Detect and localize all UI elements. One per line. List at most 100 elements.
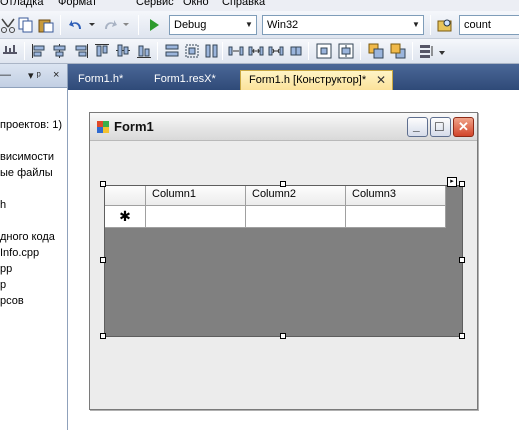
decrease-horizontal-spacing-icon[interactable]: [268, 43, 284, 59]
undo-dropdown-icon[interactable]: [88, 17, 96, 33]
align-to-grid-icon[interactable]: [2, 43, 18, 59]
tab-label: Form1.resX*: [154, 73, 216, 85]
new-row-marker-icon: ✱: [119, 208, 131, 224]
tree-item[interactable]: p: [0, 279, 6, 291]
tree-item[interactable]: ые файлы: [0, 167, 53, 179]
menu-help[interactable]: Справка: [222, 0, 265, 8]
resize-handle[interactable]: [280, 181, 286, 187]
align-bottoms-icon[interactable]: [136, 43, 152, 59]
grid-cell[interactable]: [346, 206, 446, 228]
column-header[interactable]: Column1: [146, 186, 246, 206]
toolbar-separator: [24, 42, 25, 60]
solution-configuration-value: Debug: [174, 19, 207, 31]
resize-handle[interactable]: [100, 257, 106, 263]
close-icon: ✕: [458, 119, 469, 134]
menu-debug[interactable]: Отладка: [0, 0, 43, 8]
grid-corner-header: [105, 186, 146, 206]
chevron-down-icon: ▼: [412, 20, 420, 29]
align-tops-icon[interactable]: [94, 43, 110, 59]
align-middles-icon[interactable]: [115, 43, 131, 59]
resize-handle[interactable]: [459, 257, 465, 263]
redo-dropdown-icon[interactable]: [122, 17, 130, 33]
menu-bar: Отладка Формат Сервис Окно Справка: [0, 0, 519, 11]
toolbar-separator: [412, 42, 413, 60]
solution-explorer: — ▾ ᵖ × проектов: 1) висимости ые файлы …: [0, 64, 68, 430]
send-to-back-icon[interactable]: [390, 43, 406, 59]
tab-form1-resx[interactable]: Form1.resX*: [146, 70, 234, 90]
column-header-label: Column3: [352, 188, 397, 200]
tree-item[interactable]: проектов: 1): [0, 119, 62, 131]
menu-format[interactable]: Формат: [58, 0, 97, 8]
smart-tag-icon[interactable]: ▸: [447, 177, 457, 187]
toolbar-options-icon[interactable]: [438, 47, 446, 63]
tab-form1-designer[interactable]: Form1.h [Конструктор]* ✕: [240, 70, 393, 90]
minimize-icon: _: [413, 119, 420, 133]
make-same-height-icon[interactable]: [204, 43, 220, 59]
grid-cell[interactable]: [246, 206, 346, 228]
tab-label: Form1.h [Конструктор]*: [249, 74, 367, 86]
copy-icon[interactable]: [18, 17, 34, 33]
find-in-files-icon[interactable]: [437, 17, 453, 33]
resize-handle[interactable]: [459, 181, 465, 187]
layout-toolbar: [0, 39, 519, 64]
center-horizontally-icon[interactable]: [316, 43, 332, 59]
grid-cell[interactable]: [146, 206, 246, 228]
start-debugging-icon[interactable]: [146, 17, 162, 33]
panel-grip: —: [0, 69, 11, 81]
undo-icon[interactable]: [68, 17, 84, 33]
horizontal-spacing-icon[interactable]: [228, 43, 244, 59]
maximize-button[interactable]: □: [430, 117, 451, 137]
document-tabs: Form1.h* Form1.resX* Form1.h [Конструкто…: [68, 64, 519, 90]
paste-icon[interactable]: [38, 17, 54, 33]
increase-horizontal-spacing-icon[interactable]: [248, 43, 264, 59]
center-vertically-icon[interactable]: [338, 43, 354, 59]
close-tab-icon[interactable]: ✕: [376, 71, 386, 90]
solution-platform-value: Win32: [267, 19, 299, 31]
tree-item[interactable]: h: [0, 199, 6, 211]
form-title-bar: Form1 _ □ ✕: [90, 113, 477, 141]
menu-tools[interactable]: Сервис: [136, 0, 174, 8]
resize-handle[interactable]: [280, 333, 286, 339]
tree-item[interactable]: висимости: [0, 151, 54, 163]
align-centers-icon[interactable]: [52, 43, 68, 59]
redo-icon[interactable]: [102, 17, 118, 33]
form-icon: [97, 121, 109, 133]
standard-toolbar: Debug ▼ Win32 ▼ count: [0, 11, 519, 39]
remove-horizontal-spacing-icon[interactable]: [288, 43, 304, 59]
toolbar-separator: [60, 15, 61, 35]
size-to-grid-icon[interactable]: [184, 43, 200, 59]
align-rights-icon[interactable]: [73, 43, 89, 59]
column-header[interactable]: Column2: [246, 186, 346, 206]
tab-label: Form1.h*: [78, 73, 124, 85]
tree-item[interactable]: рсов: [0, 295, 24, 307]
bring-to-front-icon[interactable]: [368, 43, 384, 59]
tab-form1-h[interactable]: Form1.h*: [70, 70, 140, 90]
new-row-header[interactable]: ✱: [105, 206, 146, 228]
tree-item[interactable]: pp: [0, 263, 12, 275]
pin-icon[interactable]: ▾ ᵖ: [28, 69, 41, 82]
tree-item[interactable]: дного кода: [0, 231, 55, 243]
data-grid-view[interactable]: Column1 Column2 Column3 ✱: [104, 185, 463, 337]
resize-handle[interactable]: [459, 333, 465, 339]
resize-handle[interactable]: [100, 181, 106, 187]
toolbar-separator: [157, 42, 158, 60]
toolbar-separator: [360, 42, 361, 60]
align-lefts-icon[interactable]: [31, 43, 47, 59]
solution-configuration-select[interactable]: Debug ▼: [169, 15, 257, 35]
menu-window[interactable]: Окно: [183, 0, 209, 8]
chevron-down-icon: ▼: [245, 20, 253, 29]
cut-icon[interactable]: [0, 17, 16, 33]
toolbar-separator: [138, 15, 139, 35]
close-icon[interactable]: ×: [53, 69, 59, 81]
make-same-width-icon[interactable]: [164, 43, 180, 59]
find-input-value: count: [464, 19, 491, 31]
toolbar-separator: [222, 42, 223, 60]
tree-item[interactable]: Info.cpp: [0, 247, 39, 259]
find-input[interactable]: count: [459, 15, 519, 35]
close-button[interactable]: ✕: [453, 117, 474, 137]
solution-platform-select[interactable]: Win32 ▼: [262, 15, 424, 35]
minimize-button[interactable]: _: [407, 117, 428, 137]
column-header[interactable]: Column3: [346, 186, 446, 206]
tab-order-icon[interactable]: [419, 43, 435, 59]
resize-handle[interactable]: [100, 333, 106, 339]
